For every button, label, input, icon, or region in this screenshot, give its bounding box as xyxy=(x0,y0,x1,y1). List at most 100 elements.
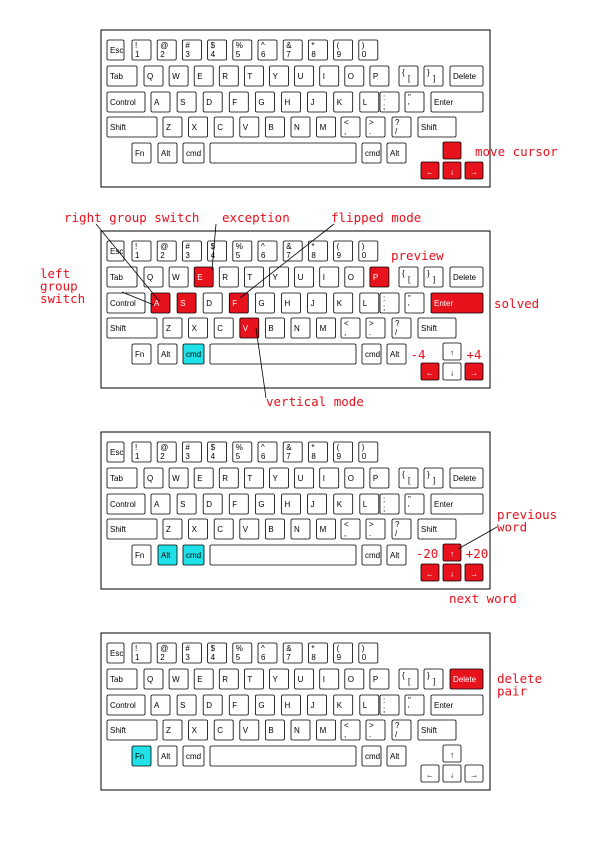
arrow-down-key[interactable]: ↓ xyxy=(442,161,462,180)
key-p[interactable]: P xyxy=(369,266,390,288)
key-semicolon[interactable]: :; xyxy=(379,292,400,314)
key-shift-left[interactable]: Shift xyxy=(106,116,158,138)
key-o[interactable]: O xyxy=(344,266,365,288)
key-t[interactable]: T xyxy=(243,467,264,489)
key-2[interactable]: @2 xyxy=(156,441,177,463)
key-x[interactable]: X xyxy=(188,317,209,339)
key-p[interactable]: P xyxy=(369,65,390,87)
key-i[interactable]: I xyxy=(319,467,340,489)
key-bracket-left[interactable]: {[ xyxy=(398,266,419,288)
key-shift-left[interactable]: Shift xyxy=(106,518,158,540)
key-d[interactable]: D xyxy=(202,493,223,515)
key-quote[interactable]: "' xyxy=(404,292,425,314)
key-s[interactable]: S xyxy=(176,694,197,716)
key-bracket-left[interactable]: {[ xyxy=(398,65,419,87)
key-fn[interactable]: Fn xyxy=(131,343,152,365)
arrow-down-key[interactable]: ↓ xyxy=(442,362,462,381)
key-period[interactable]: >. xyxy=(365,116,386,138)
key-7[interactable]: &7 xyxy=(282,441,303,463)
key-k[interactable]: K xyxy=(333,493,354,515)
arrow-right-key[interactable]: → xyxy=(464,362,484,381)
key-s[interactable]: S xyxy=(176,91,197,113)
key-cmd-left[interactable]: cmd xyxy=(182,142,205,164)
key-h[interactable]: H xyxy=(281,292,301,314)
key-space[interactable] xyxy=(209,343,357,365)
key-3[interactable]: #3 xyxy=(181,642,202,664)
key-l[interactable]: L xyxy=(359,91,380,113)
key-alt-right[interactable]: Alt xyxy=(386,142,407,164)
key-2[interactable]: @2 xyxy=(156,240,177,262)
key-alt-left[interactable]: Alt xyxy=(157,142,178,164)
key-9[interactable]: (9 xyxy=(333,441,354,463)
key-r[interactable]: R xyxy=(218,668,239,690)
key-a[interactable]: A xyxy=(150,91,171,113)
key-bracket-left[interactable]: {[ xyxy=(398,668,419,690)
key-semicolon[interactable]: :; xyxy=(379,91,400,113)
key-bracket-right[interactable]: }] xyxy=(423,668,444,690)
key-control[interactable]: Control xyxy=(106,694,146,716)
key-esc[interactable]: Esc xyxy=(106,240,125,262)
key-7[interactable]: &7 xyxy=(282,39,303,61)
key-i[interactable]: I xyxy=(319,266,340,288)
key-1[interactable]: !1 xyxy=(131,441,152,463)
key-w[interactable]: W xyxy=(168,668,189,690)
key-l[interactable]: L xyxy=(359,493,380,515)
key-6[interactable]: ^6 xyxy=(257,39,278,61)
key-q[interactable]: Q xyxy=(143,65,164,87)
key-enter[interactable]: Enter xyxy=(430,694,484,716)
key-w[interactable]: W xyxy=(168,65,189,87)
key-v[interactable]: V xyxy=(239,317,260,339)
key-u[interactable]: U xyxy=(294,668,315,690)
key-z[interactable]: Z xyxy=(162,518,183,540)
key-o[interactable]: O xyxy=(344,467,365,489)
key-u[interactable]: U xyxy=(294,65,315,87)
key-4[interactable]: $4 xyxy=(207,642,228,664)
key-5[interactable]: %5 xyxy=(232,441,253,463)
key-e[interactable]: E xyxy=(193,266,214,288)
key-period[interactable]: >. xyxy=(365,719,386,741)
key-m[interactable]: M xyxy=(316,719,337,741)
key-m[interactable]: M xyxy=(316,116,337,138)
key-space[interactable] xyxy=(209,745,357,767)
key-v[interactable]: V xyxy=(239,518,260,540)
key-quote[interactable]: "' xyxy=(404,694,425,716)
key-bracket-left[interactable]: {[ xyxy=(398,467,419,489)
key-shift-left[interactable]: Shift xyxy=(106,317,158,339)
key-1[interactable]: !1 xyxy=(131,642,152,664)
key-f[interactable]: F xyxy=(228,292,249,314)
arrow-left-key[interactable]: ← xyxy=(420,161,440,180)
key-a[interactable]: A xyxy=(150,493,171,515)
key-comma[interactable]: <, xyxy=(340,518,361,540)
key-delete[interactable]: Delete xyxy=(449,266,484,288)
key-k[interactable]: K xyxy=(333,694,354,716)
key-slash[interactable]: ?/ xyxy=(391,719,412,741)
key-o[interactable]: O xyxy=(344,668,365,690)
key-period[interactable]: >. xyxy=(365,317,386,339)
key-2[interactable]: @2 xyxy=(156,39,177,61)
key-a[interactable]: A xyxy=(150,694,171,716)
key-shift-left[interactable]: Shift xyxy=(106,719,158,741)
key-b[interactable]: B xyxy=(264,317,285,339)
key-f[interactable]: F xyxy=(228,493,249,515)
key-4[interactable]: $4 xyxy=(207,441,228,463)
key-comma[interactable]: <, xyxy=(340,116,361,138)
key-q[interactable]: Q xyxy=(143,266,164,288)
key-tab[interactable]: Tab xyxy=(106,65,138,87)
key-enter[interactable]: Enter xyxy=(430,91,484,113)
key-d[interactable]: D xyxy=(202,694,223,716)
key-slash[interactable]: ?/ xyxy=(391,518,412,540)
key-cmd-left[interactable]: cmd xyxy=(182,745,205,767)
key-i[interactable]: I xyxy=(319,65,340,87)
key-8[interactable]: *8 xyxy=(307,39,328,61)
key-period[interactable]: >. xyxy=(365,518,386,540)
key-v[interactable]: V xyxy=(239,719,260,741)
key-o[interactable]: O xyxy=(344,65,365,87)
key-e[interactable]: E xyxy=(193,467,214,489)
key-cmd-right[interactable]: cmd xyxy=(361,745,382,767)
key-8[interactable]: *8 xyxy=(307,240,328,262)
key-control[interactable]: Control xyxy=(106,91,146,113)
arrow-down-key[interactable]: ↓ xyxy=(442,764,462,783)
key-alt-left[interactable]: Alt xyxy=(157,343,178,365)
key-x[interactable]: X xyxy=(188,518,209,540)
key-c[interactable]: C xyxy=(213,116,234,138)
